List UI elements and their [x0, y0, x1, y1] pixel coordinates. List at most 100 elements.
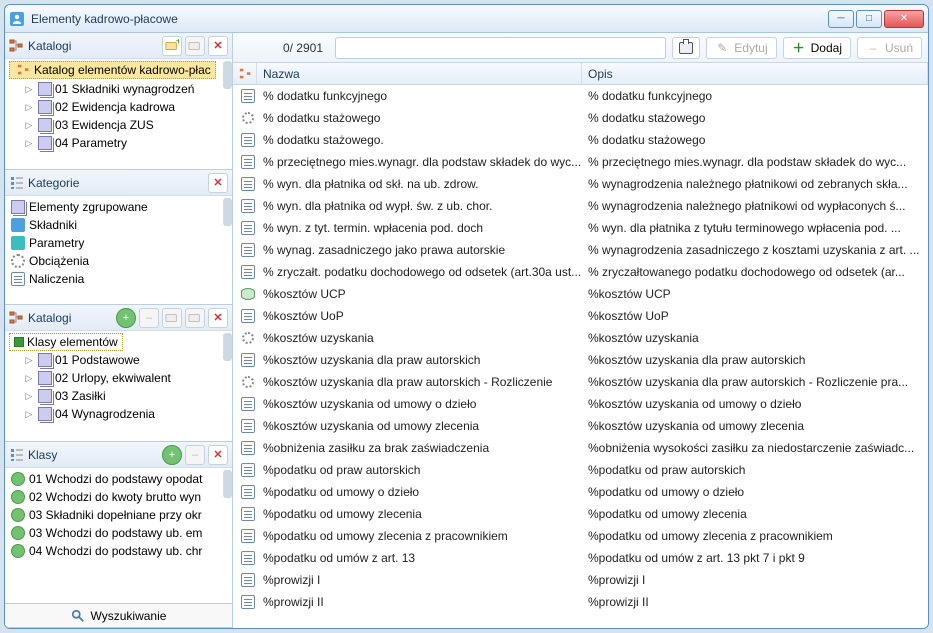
- katalogi-2-close-button[interactable]: ✕: [208, 308, 228, 328]
- table-row[interactable]: % dodatku stażowego% dodatku stażowego: [233, 107, 928, 129]
- table-row[interactable]: % wyn. dla płatnika od skł. na ub. zdrow…: [233, 173, 928, 195]
- row-opis-cell: %kosztów uzyskania dla praw autorskich -…: [582, 375, 928, 389]
- category-icon: [11, 272, 25, 286]
- table-row[interactable]: %kosztów UCP%kosztów UCP: [233, 283, 928, 305]
- column-opis-header[interactable]: Opis: [582, 63, 928, 84]
- table-row[interactable]: % przeciętnego mies.wynagr. dla podstaw …: [233, 151, 928, 173]
- katalogi-1-root[interactable]: Katalog elementów kadrowo-płac: [9, 61, 216, 79]
- row-icon-cell: [233, 595, 257, 609]
- add-button[interactable]: +: [116, 308, 136, 328]
- table-row[interactable]: %kosztów uzyskania dla praw autorskich -…: [233, 371, 928, 393]
- expander-icon[interactable]: ▷: [23, 409, 35, 420]
- table-body[interactable]: % dodatku funkcyjnego% dodatku funkcyjne…: [233, 85, 928, 628]
- panel-katalogi-1: Katalogi + ✕ Katalog elementów kadrowo-p…: [5, 33, 232, 170]
- expander-icon[interactable]: ▷: [23, 391, 35, 402]
- search-label: Wyszukiwanie: [91, 609, 167, 623]
- row-icon-cell: [233, 529, 257, 543]
- row-nazwa-cell: % dodatku stażowego: [257, 111, 582, 125]
- katalogi-2-item[interactable]: ▷02 Urlopy, ekwiwalent: [5, 369, 232, 387]
- katalogi-2-item[interactable]: ▷03 Zasiłki: [5, 387, 232, 405]
- katalogi-1-item[interactable]: ▷03 Ewidencja ZUS: [5, 116, 232, 134]
- table-row[interactable]: %kosztów uzyskania%kosztów uzyskania: [233, 327, 928, 349]
- table-row[interactable]: %prowizji II%prowizji II: [233, 591, 928, 613]
- table-row[interactable]: % wyn. dla płatnika od wypł. św. z ub. c…: [233, 195, 928, 217]
- table-row[interactable]: % dodatku stażowego.% dodatku stażowego: [233, 129, 928, 151]
- table-row[interactable]: %prowizji I%prowizji I: [233, 569, 928, 591]
- klasy-item[interactable]: 01 Wchodzi do podstawy opodat: [5, 470, 232, 488]
- table-row[interactable]: %podatku od umów z art. 13%podatku od um…: [233, 547, 928, 569]
- kategorie-item[interactable]: Obciążenia: [5, 252, 232, 270]
- table-row[interactable]: % dodatku funkcyjnego% dodatku funkcyjne…: [233, 85, 928, 107]
- table-row[interactable]: %kosztów uzyskania od umowy o dzieło%kos…: [233, 393, 928, 415]
- doc-icon: [241, 221, 255, 235]
- kategorie-item[interactable]: Elementy zgrupowane: [5, 198, 232, 216]
- row-icon-cell: [233, 112, 257, 124]
- scrollbar-thumb[interactable]: [223, 61, 232, 89]
- minimize-button[interactable]: ─: [828, 10, 854, 28]
- kategorie-item[interactable]: Parametry: [5, 234, 232, 252]
- expander-icon[interactable]: ▷: [23, 102, 35, 113]
- row-opis-cell: % dodatku stażowego: [582, 111, 928, 125]
- table-row[interactable]: %podatku od praw autorskich%podatku od p…: [233, 459, 928, 481]
- column-nazwa-header[interactable]: Nazwa: [257, 63, 582, 84]
- doc-icon: [241, 155, 255, 169]
- row-icon-cell: [233, 221, 257, 235]
- kategorie-close-button[interactable]: ✕: [208, 173, 228, 193]
- table-row[interactable]: %podatku od umowy o dzieło%podatku od um…: [233, 481, 928, 503]
- katalogi-2-tree: Klasy elementów ▷01 Podstawowe▷02 Urlopy…: [5, 331, 232, 425]
- katalogi-2-item[interactable]: ▷01 Podstawowe: [5, 351, 232, 369]
- expander-icon[interactable]: ▷: [23, 355, 35, 366]
- klasy-item[interactable]: 03 Składniki dopełniane przy okr: [5, 506, 232, 524]
- row-nazwa-cell: % dodatku stażowego.: [257, 133, 582, 147]
- katalogi-2-item[interactable]: ▷04 Wynagrodzenia: [5, 405, 232, 423]
- column-icon-header[interactable]: [233, 63, 257, 84]
- edit-button[interactable]: ✎ Edytuj: [706, 37, 776, 59]
- expander-icon[interactable]: ▷: [23, 84, 35, 95]
- expander-icon[interactable]: ▷: [23, 138, 35, 149]
- body: Katalogi + ✕ Katalog elementów kadrowo-p…: [5, 33, 928, 628]
- klasy-item[interactable]: 03 Wchodzi do podstawy ub. em: [5, 524, 232, 542]
- klasy-item[interactable]: 02 Wchodzi do kwoty brutto wyn: [5, 488, 232, 506]
- open-folder-button-2[interactable]: [185, 308, 205, 328]
- katalogi-1-item[interactable]: ▷04 Parametry: [5, 134, 232, 152]
- table-row[interactable]: %obniżenia zasiłku za brak zaświadczenia…: [233, 437, 928, 459]
- close-button[interactable]: ✕: [884, 10, 924, 28]
- remove-button[interactable]: –: [139, 308, 159, 328]
- scrollbar-thumb[interactable]: [223, 470, 232, 498]
- delete-button-toolbar[interactable]: – Usuń: [857, 37, 922, 59]
- table-row[interactable]: %podatku od umowy zlecenia%podatku od um…: [233, 503, 928, 525]
- kategorie-item[interactable]: Naliczenia: [5, 270, 232, 288]
- open-folder-button[interactable]: [185, 36, 205, 56]
- klasy-add-button[interactable]: +: [162, 445, 182, 465]
- add-button-toolbar[interactable]: ＋ Dodaj: [783, 37, 851, 59]
- table-row[interactable]: %kosztów uzyskania dla praw autorskich%k…: [233, 349, 928, 371]
- katalogi-2-root[interactable]: Klasy elementów: [9, 333, 123, 351]
- table-row[interactable]: % wyn. z tyt. termin. wpłacenia pod. doc…: [233, 217, 928, 239]
- katalogi-1-item[interactable]: ▷01 Składniki wynagrodzeń: [5, 80, 232, 98]
- katalogi-1-item[interactable]: ▷02 Ewidencja kadrowa: [5, 98, 232, 116]
- search-bar[interactable]: Wyszukiwanie: [5, 603, 232, 627]
- table-row[interactable]: % zryczałt. podatku dochodowego od odset…: [233, 261, 928, 283]
- row-icon-cell: [233, 288, 257, 300]
- table-row[interactable]: %kosztów UoP%kosztów UoP: [233, 305, 928, 327]
- row-opis-cell: % dodatku funkcyjnego: [582, 89, 928, 103]
- klasy-item[interactable]: 04 Wchodzi do podstawy ub. chr: [5, 542, 232, 560]
- table-row[interactable]: % wynag. zasadniczego jako prawa autorsk…: [233, 239, 928, 261]
- new-folder-button-2[interactable]: [162, 308, 182, 328]
- kategorie-item[interactable]: Składniki: [5, 216, 232, 234]
- delete-button[interactable]: ✕: [208, 36, 228, 56]
- row-icon-cell: [233, 441, 257, 455]
- table-row[interactable]: %podatku od umowy zlecenia z pracownikie…: [233, 525, 928, 547]
- scrollbar-thumb[interactable]: [223, 198, 232, 226]
- maximize-button[interactable]: □: [856, 10, 882, 28]
- klasy-remove-button[interactable]: –: [185, 445, 205, 465]
- expander-icon[interactable]: ▷: [23, 373, 35, 384]
- table-row[interactable]: %kosztów uzyskania od umowy zlecenia%kos…: [233, 415, 928, 437]
- scrollbar-thumb[interactable]: [223, 333, 232, 361]
- klasy-close-button[interactable]: ✕: [208, 445, 228, 465]
- filter-input[interactable]: [335, 37, 666, 59]
- new-folder-button[interactable]: +: [162, 36, 182, 56]
- row-icon-cell: [233, 133, 257, 147]
- expander-icon[interactable]: ▷: [23, 120, 35, 131]
- print-button[interactable]: [672, 37, 700, 59]
